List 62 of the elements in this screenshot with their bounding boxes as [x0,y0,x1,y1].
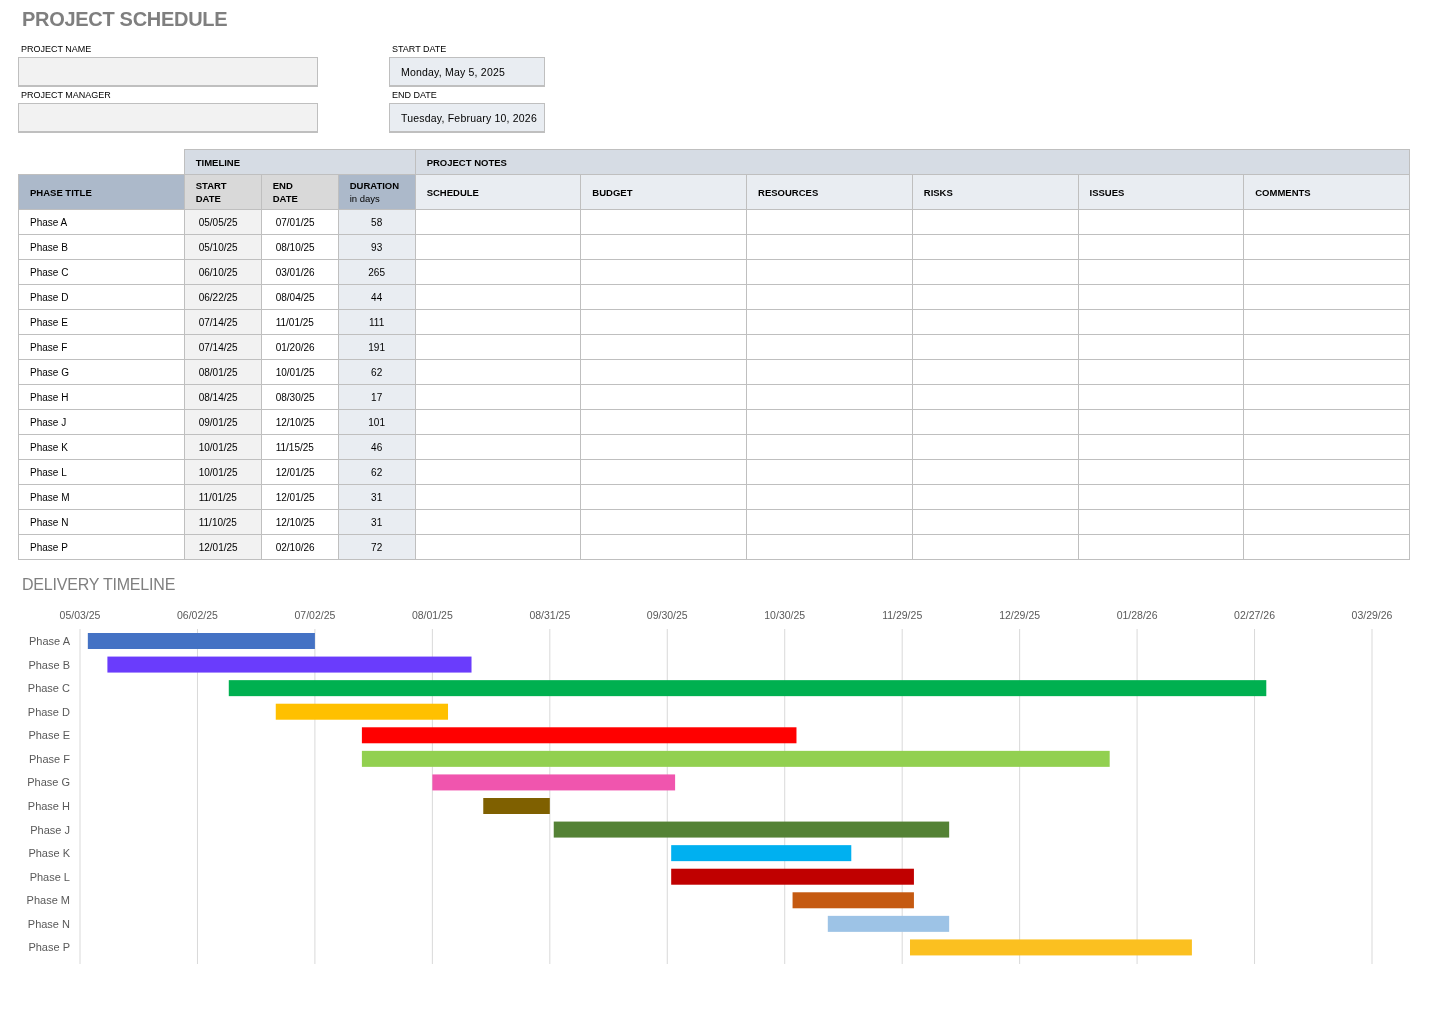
category-label: Phase J [30,823,70,836]
column-header: START DATE [184,174,262,210]
date-field[interactable]: Tuesday, February 10, 2026 [389,103,545,133]
phase-cell: Phase B [18,234,185,260]
phase-cell: Phase H [18,384,185,410]
axis-tick-label: 08/31/25 [529,609,571,621]
phase-cell: Phase K [18,434,185,460]
category-label: Phase A [29,635,70,647]
category-label: Phase G [27,776,70,789]
phase-cell: Phase M [18,484,185,510]
column-header: RISKS [912,174,1078,210]
category-label: Phase P [28,941,70,954]
axis-tick-label: 05/03/25 [59,609,101,621]
axis-tick-label: 02/27/26 [1234,609,1275,621]
column-header: COMMENTS [1243,174,1410,210]
phase-cell: Phase E [18,309,185,335]
category-label: Phase M [26,894,70,907]
phase-cell: Phase C [18,259,185,285]
phase-cell: Phase D [18,284,185,310]
field-label: PROJECT MANAGER [20,89,112,101]
category-label: Phase C [27,682,70,695]
axis-tick-label: 07/02/25 [294,609,336,621]
column-header: ISSUES [1078,174,1244,210]
axis-tick-label: 10/30/25 [764,609,806,621]
axis-tick-label: 06/02/25 [177,609,218,621]
category-label: Phase L [29,870,70,883]
axis-tick-label: 08/01/25 [411,609,453,621]
input-field[interactable] [18,57,318,87]
category-label: Phase E [28,729,70,742]
column-header: RESOURCES [746,174,913,210]
group-header: TIMELINE [184,149,416,175]
column-header: BUDGET [580,174,747,210]
date-field[interactable]: Monday, May 5, 2025 [389,57,545,87]
section-title: DELIVERY TIMELINE [22,576,177,594]
phase-cell: Phase N [18,509,185,535]
axis-tick-label: 12/29/25 [999,609,1041,621]
category-label: Phase B [28,658,70,671]
axis-tick-label: 11/29/25 [882,609,923,621]
category-label: Phase K [28,847,70,860]
column-header: DURATION in days [338,174,416,210]
axis-tick-label: 09/30/25 [646,609,688,621]
column-header: SCHEDULE [415,174,581,210]
category-label: Phase H [27,800,70,812]
axis-tick-label: 01/28/26 [1116,609,1158,621]
phase-cell: Phase J [18,409,185,435]
phase-cell: Phase G [18,359,185,385]
category-label: Phase F [29,752,70,765]
input-field[interactable] [18,103,318,133]
group-header: PROJECT NOTES [415,149,1410,175]
page-title: PROJECT SCHEDULE [22,8,229,31]
column-header: PHASE TITLE [18,174,185,210]
phase-cell: Phase F [18,334,185,360]
phase-cell: Phase P [18,534,185,560]
axis-tick-label: 03/29/26 [1351,609,1393,621]
field-label: PROJECT NAME [20,43,93,55]
field-label: END DATE [391,89,438,101]
category-label: Phase N [27,917,70,930]
phase-cell: Phase A [18,209,185,235]
column-header: END DATE [261,174,339,210]
category-label: Phase D [27,705,70,718]
phase-cell: Phase L [18,459,185,485]
field-label: START DATE [391,43,448,55]
